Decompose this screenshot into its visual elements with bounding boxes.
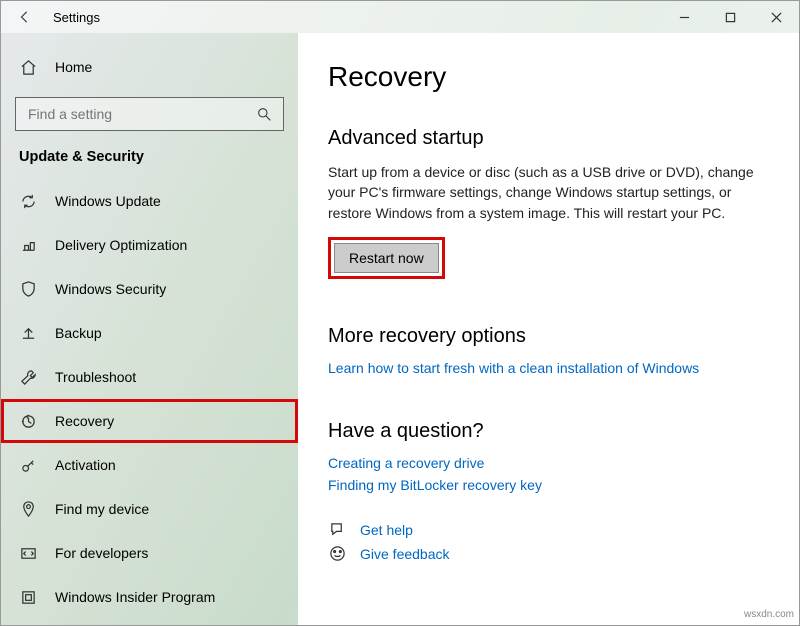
help-icon [328, 521, 346, 539]
feedback-icon [328, 545, 346, 563]
sidebar-item-backup[interactable]: Backup [1, 311, 298, 355]
sidebar-item-windows-security[interactable]: Windows Security [1, 267, 298, 311]
sidebar-item-label: Find my device [55, 501, 149, 517]
sidebar-category: Update & Security [1, 141, 298, 179]
sidebar-item-windows-insider[interactable]: Windows Insider Program [1, 575, 298, 619]
sync-icon [19, 192, 37, 210]
minimize-button[interactable] [661, 1, 707, 33]
sidebar-item-label: Troubleshoot [55, 369, 136, 385]
start-fresh-link[interactable]: Learn how to start fresh with a clean in… [328, 360, 769, 376]
sidebar-item-delivery-optimization[interactable]: Delivery Optimization [1, 223, 298, 267]
titlebar: Settings [1, 1, 799, 33]
maximize-button[interactable] [707, 1, 753, 33]
sidebar-item-label: For developers [55, 545, 148, 561]
window-title: Settings [53, 10, 100, 25]
give-feedback-link[interactable]: Give feedback [360, 546, 450, 562]
location-icon [19, 500, 37, 518]
content-pane: Recovery Advanced startup Start up from … [298, 33, 799, 625]
search-input[interactable] [15, 97, 284, 131]
back-button[interactable] [9, 1, 41, 33]
wrench-icon [19, 368, 37, 386]
recovery-drive-link[interactable]: Creating a recovery drive [328, 455, 769, 471]
sidebar-item-troubleshoot[interactable]: Troubleshoot [1, 355, 298, 399]
sidebar-item-label: Windows Security [55, 281, 166, 297]
restart-now-button[interactable]: Restart now [334, 243, 439, 273]
developer-icon [19, 544, 37, 562]
page-title: Recovery [328, 61, 769, 93]
backup-icon [19, 324, 37, 342]
have-question-heading: Have a question? [328, 420, 769, 443]
more-recovery-heading: More recovery options [328, 325, 769, 348]
sidebar-home[interactable]: Home [1, 45, 298, 89]
search-icon [255, 105, 273, 123]
sidebar-home-label: Home [55, 59, 92, 75]
sidebar-item-find-my-device[interactable]: Find my device [1, 487, 298, 531]
sidebar-item-label: Backup [55, 325, 102, 341]
get-help-link[interactable]: Get help [360, 522, 413, 538]
close-button[interactable] [753, 1, 799, 33]
sidebar-item-label: Delivery Optimization [55, 237, 187, 253]
sidebar: Home Update & Security Windows Update De… [1, 33, 298, 625]
sidebar-item-label: Windows Update [55, 193, 161, 209]
watermark: wsxdn.com [744, 609, 794, 620]
bitlocker-link[interactable]: Finding my BitLocker recovery key [328, 477, 769, 493]
search-field[interactable] [26, 105, 255, 123]
home-icon [19, 58, 37, 76]
sidebar-item-activation[interactable]: Activation [1, 443, 298, 487]
shield-icon [19, 280, 37, 298]
sidebar-item-label: Recovery [55, 413, 114, 429]
insider-icon [19, 588, 37, 606]
sidebar-item-windows-update[interactable]: Windows Update [1, 179, 298, 223]
sidebar-item-label: Activation [55, 457, 116, 473]
recovery-icon [19, 412, 37, 430]
sidebar-item-for-developers[interactable]: For developers [1, 531, 298, 575]
sidebar-item-recovery[interactable]: Recovery [1, 399, 298, 443]
delivery-icon [19, 236, 37, 254]
sidebar-item-label: Windows Insider Program [55, 589, 215, 605]
key-icon [19, 456, 37, 474]
advanced-startup-heading: Advanced startup [328, 127, 769, 150]
advanced-startup-description: Start up from a device or disc (such as … [328, 162, 769, 223]
